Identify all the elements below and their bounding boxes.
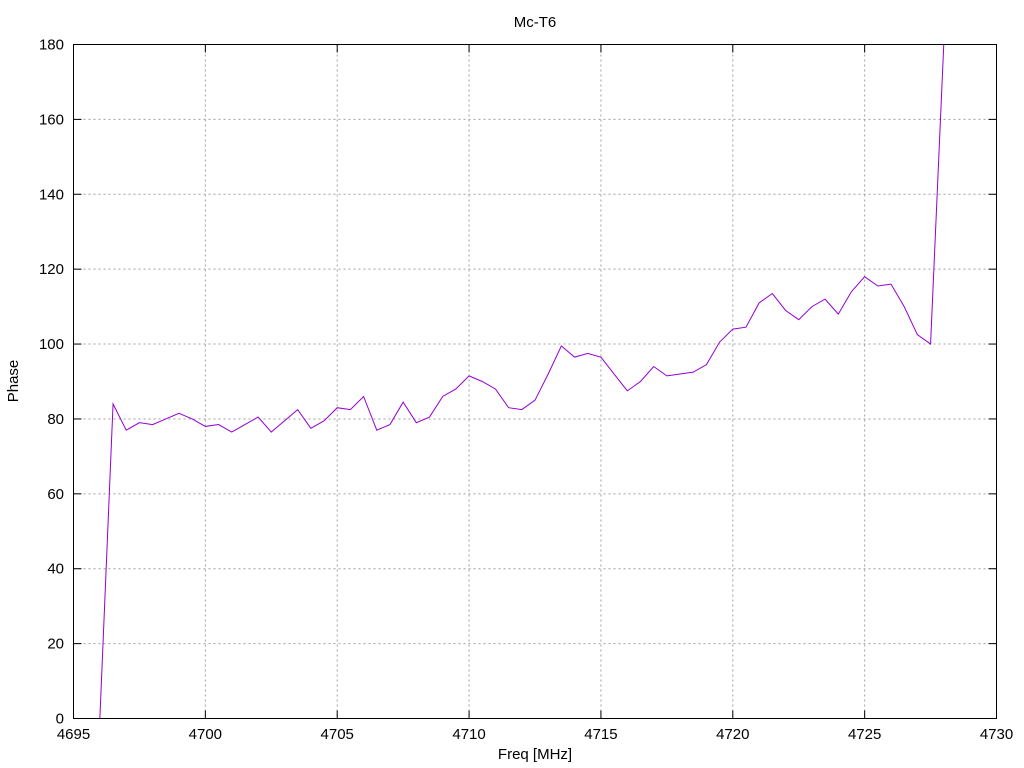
- y-tick-label: 160: [39, 111, 64, 128]
- series-line: [99, 44, 945, 719]
- chart-title: Mc-T6: [514, 14, 557, 31]
- x-tick-label: 4725: [848, 726, 881, 743]
- series: [99, 44, 945, 719]
- x-tick-label: 4720: [716, 726, 749, 743]
- x-tick-label: 4715: [584, 726, 617, 743]
- x-tick-label: 4700: [189, 726, 222, 743]
- line-chart: Mc-T6 4695 4700 4705 4710 4715 4720 4725 4730 0…: [5, 14, 1013, 763]
- y-tick-label: 60: [47, 486, 64, 503]
- y-tick-label: 0: [56, 711, 64, 728]
- x-axis-label: Freq [MHz]: [498, 746, 572, 763]
- axis-ticks: [73, 44, 997, 719]
- y-tick-label: 20: [47, 636, 64, 653]
- y-tick-label: 180: [39, 37, 64, 54]
- x-tick-label: 4705: [321, 726, 354, 743]
- plot-frame: [73, 44, 997, 719]
- x-tick-label: 4710: [452, 726, 485, 743]
- y-axis-label: Phase: [5, 360, 22, 403]
- grid: [73, 44, 997, 719]
- x-tick-label: 4695: [57, 726, 90, 743]
- y-tick-label: 80: [47, 411, 64, 428]
- x-tick-labels: 4695 4700 4705 4710 4715 4720 4725 4730: [57, 726, 1013, 743]
- y-tick-label: 140: [39, 186, 64, 203]
- y-tick-label: 40: [47, 561, 64, 578]
- y-tick-label: 100: [39, 336, 64, 353]
- y-tick-label: 120: [39, 261, 64, 278]
- x-tick-label: 4730: [980, 726, 1013, 743]
- y-tick-labels: 0 20 40 60 80 100 120 140 160 180: [39, 37, 64, 728]
